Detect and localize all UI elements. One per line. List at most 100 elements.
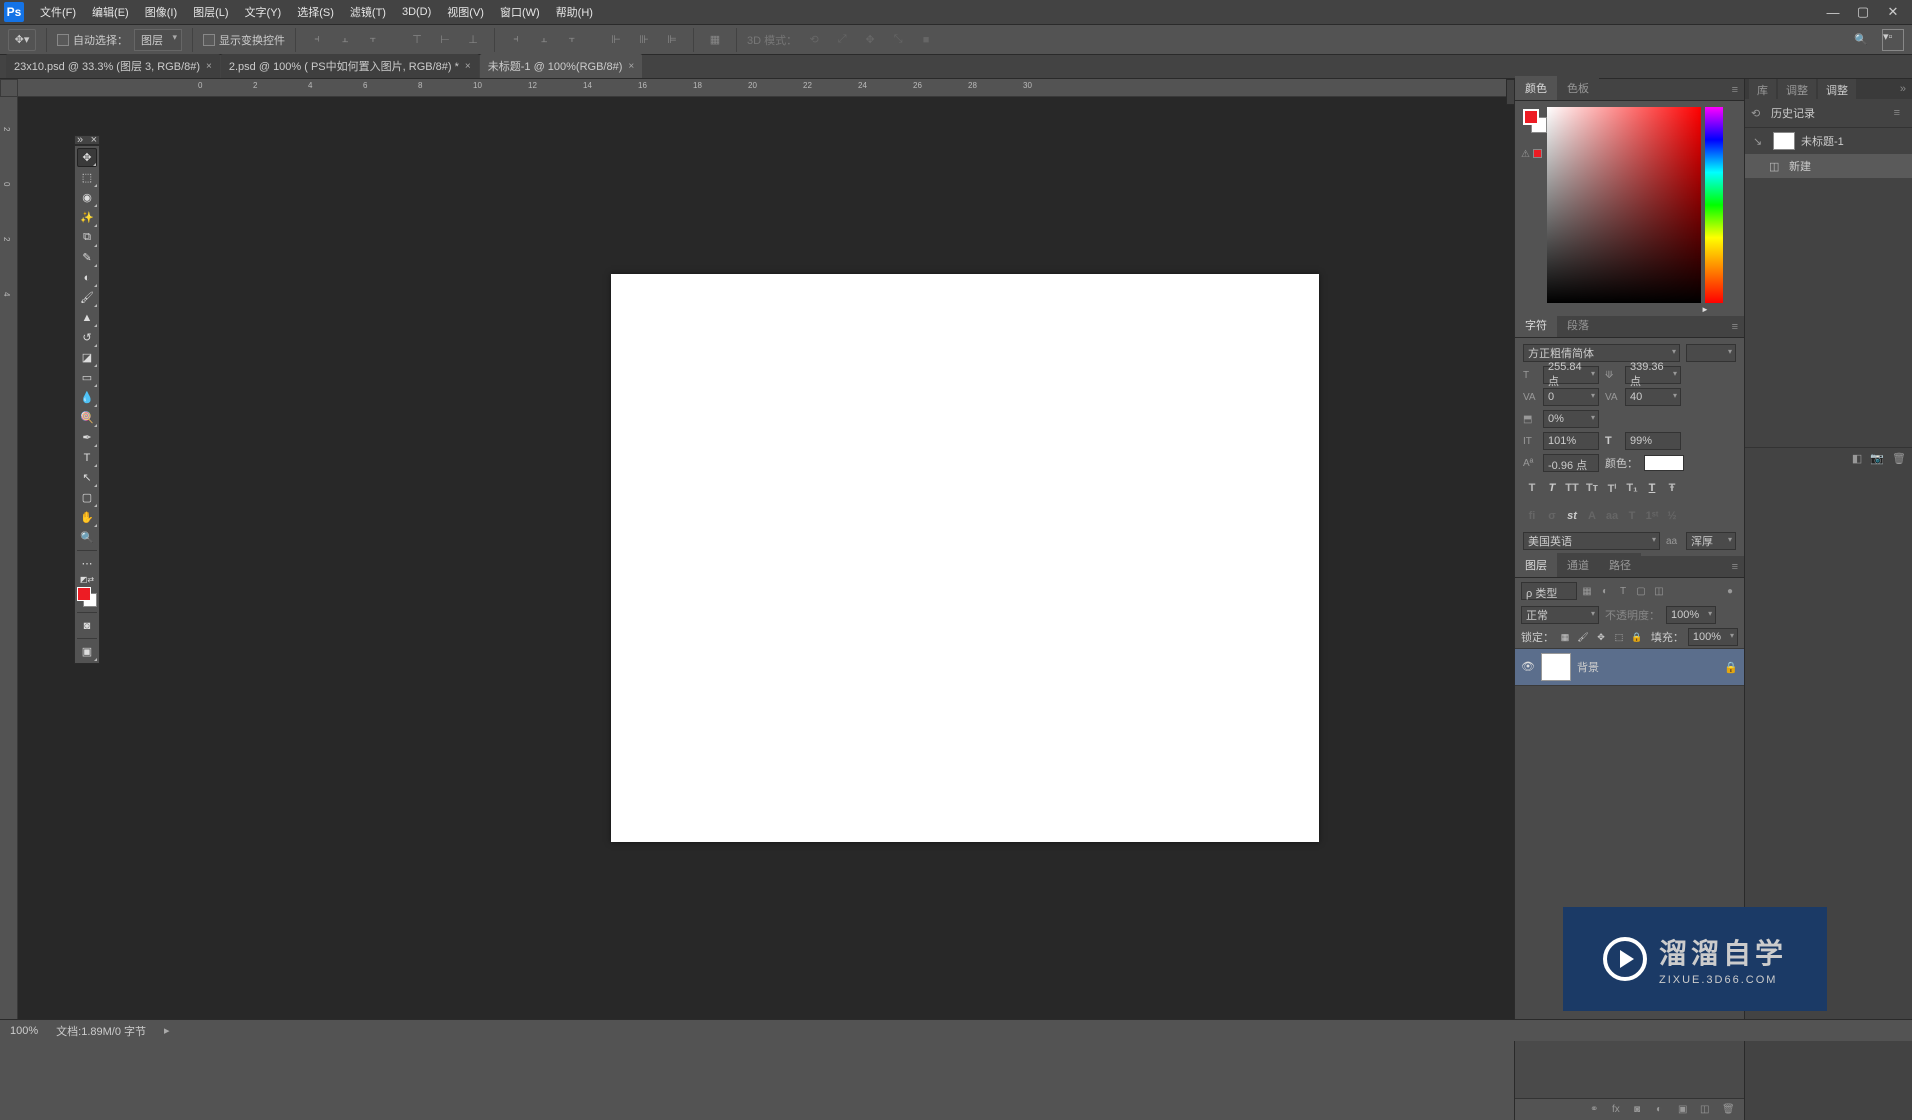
foreground-background-swatches[interactable] [77, 585, 97, 609]
layer-filter-type[interactable]: ρ 类型 [1521, 582, 1577, 600]
close-tab-icon[interactable]: × [206, 61, 212, 72]
language-select[interactable]: 美国英语 [1523, 532, 1660, 550]
collapse-icon[interactable]: » [1894, 79, 1912, 99]
lock-icon[interactable]: 🔒 [1724, 661, 1738, 674]
lock-move-icon[interactable]: ✥ [1594, 630, 1608, 644]
hscale-input[interactable]: 99% [1625, 432, 1681, 450]
distribute-v3-icon[interactable]: ⊫ [661, 29, 683, 51]
gamut-color-swatch[interactable] [1533, 149, 1542, 158]
distribute-v1-icon[interactable]: ⊩ [605, 29, 627, 51]
distribute-h1-icon[interactable]: ⫞ [505, 29, 527, 51]
align-bottom-icon[interactable]: ⊥ [462, 29, 484, 51]
panel-menu-icon[interactable]: ≡ [1726, 80, 1744, 100]
tab-paragraph[interactable]: 段落 [1557, 313, 1599, 337]
move-tool[interactable]: ✥ [77, 148, 97, 167]
zoom-tool[interactable]: 🔍 [77, 528, 97, 547]
tab-swatches[interactable]: 色板 [1557, 76, 1599, 100]
vscale-input[interactable]: 101% [1543, 432, 1599, 450]
tab-adjust1[interactable]: 调整 [1778, 79, 1816, 99]
eraser-tool[interactable]: ◪ [77, 348, 97, 367]
delete-layer-icon[interactable]: 🗑 [1722, 1104, 1738, 1115]
document-tab[interactable]: 23x10.psd @ 33.3% (图层 3, RGB/8#) × [6, 54, 220, 78]
menu-select[interactable]: 选择(S) [289, 0, 342, 24]
filter-smart-icon[interactable]: ◫ [1651, 583, 1667, 599]
blur-tool[interactable]: 💧 [77, 388, 97, 407]
leading-input[interactable]: 339.36 点 [1625, 366, 1681, 384]
lock-position-icon[interactable]: 🖌 [1576, 630, 1590, 644]
type-tool[interactable]: T [77, 448, 97, 467]
tab-libraries[interactable]: 库 [1749, 79, 1776, 99]
screenmode-tool[interactable]: ▣ [77, 642, 97, 661]
hue-slider[interactable] [1705, 107, 1723, 303]
ot-half-button[interactable]: ½ [1663, 508, 1681, 524]
healing-brush-tool[interactable]: ◐ [77, 268, 97, 287]
ot-stylistic-button[interactable]: st [1563, 508, 1581, 524]
fg-color-swatch[interactable] [1523, 109, 1539, 125]
menu-window[interactable]: 窗口(W) [492, 0, 548, 24]
menu-view[interactable]: 视图(V) [439, 0, 492, 24]
panel-menu-icon[interactable]: ≡ [1726, 557, 1744, 577]
close-icon[interactable]: ✕ [1886, 5, 1900, 19]
kerning-input[interactable]: 0 [1543, 388, 1599, 406]
align-middle-icon[interactable]: ⊢ [434, 29, 456, 51]
underline-button[interactable]: T [1643, 480, 1661, 496]
layer-fx-icon[interactable]: fx [1612, 1104, 1628, 1115]
menu-help[interactable]: 帮助(H) [548, 0, 601, 24]
distribute-h2-icon[interactable]: ⫠ [533, 29, 555, 51]
fill-input[interactable]: 100% [1688, 628, 1738, 646]
align-top-icon[interactable]: ⊤ [406, 29, 428, 51]
document-tab[interactable]: 2.psd @ 100% ( PS中如何置入图片, RGB/8#) * × [221, 54, 479, 78]
search-icon[interactable]: 🔍 [1850, 29, 1872, 51]
color-fg-bg-swatches[interactable] [1523, 109, 1539, 125]
maximize-icon[interactable]: ▢ [1856, 5, 1870, 19]
opacity-input[interactable]: 100% [1666, 606, 1716, 624]
history-step-new[interactable]: ◫ 新建 [1745, 154, 1912, 178]
ot-ordinals-button[interactable]: T [1623, 508, 1641, 524]
filter-adjustment-icon[interactable]: ◐ [1597, 583, 1613, 599]
ruler-origin[interactable] [0, 79, 18, 97]
document-canvas[interactable] [611, 274, 1319, 842]
document-tab-active[interactable]: 未标题-1 @ 100%(RGB/8#) × [480, 54, 643, 78]
font-size-input[interactable]: 255.84 点 [1543, 366, 1599, 384]
tab-adjust2[interactable]: 调整 [1818, 79, 1856, 99]
layer-name[interactable]: 背景 [1577, 659, 1599, 675]
baseline-input[interactable]: -0.96 点 [1543, 454, 1599, 472]
status-flyout-icon[interactable]: ▸ [164, 1024, 170, 1037]
layer-mask-icon[interactable]: ◙ [1634, 1104, 1650, 1115]
close-tab-icon[interactable]: × [465, 61, 471, 72]
lock-artboard-icon[interactable]: ⬚ [1612, 630, 1626, 644]
text-color-swatch[interactable] [1644, 455, 1684, 471]
menu-file[interactable]: 文件(F) [32, 0, 84, 24]
delete-state-icon[interactable]: 🗑 [1892, 452, 1906, 465]
move-tool-indicator[interactable]: ✥▾ [8, 29, 36, 51]
link-layers-icon[interactable]: ⚭ [1590, 1104, 1606, 1115]
vertical-ruler[interactable]: 2 0 2 4 [0, 97, 18, 1019]
lasso-tool[interactable]: ◉ [77, 188, 97, 207]
new-layer-icon[interactable]: ◫ [1700, 1104, 1716, 1115]
close-tab-icon[interactable]: × [628, 61, 634, 72]
menu-image[interactable]: 图像(I) [137, 0, 185, 24]
ot-fi-button[interactable]: fi [1523, 508, 1541, 524]
menu-filter[interactable]: 滤镜(T) [342, 0, 394, 24]
distribute-h3-icon[interactable]: ⫟ [561, 29, 583, 51]
subscript-button[interactable]: T₁ [1623, 480, 1641, 496]
faux-bold-button[interactable]: T [1523, 480, 1541, 496]
tab-character[interactable]: 字符 [1515, 313, 1557, 337]
show-transform-checkbox[interactable] [203, 34, 215, 46]
new-doc-from-state-icon[interactable]: ◧ [1852, 452, 1862, 465]
gamut-warning-icon[interactable]: ⚠ [1521, 149, 1530, 160]
color-field[interactable] [1547, 107, 1701, 303]
clone-stamp-tool[interactable]: ▲ [77, 308, 97, 327]
lock-pixels-icon[interactable]: ▦ [1558, 630, 1572, 644]
smallcaps-button[interactable]: Tᴛ [1583, 480, 1601, 496]
adjustment-layer-icon[interactable]: ◐ [1656, 1104, 1672, 1115]
history-brush-tool[interactable]: ↺ [77, 328, 97, 347]
superscript-button[interactable]: Tⁱ [1603, 480, 1621, 496]
layer-thumbnail[interactable] [1541, 653, 1571, 681]
ot-fractions-button[interactable]: 1ˢᵗ [1643, 508, 1661, 524]
faux-italic-button[interactable]: T [1543, 480, 1561, 496]
filter-pixel-icon[interactable]: ▦ [1579, 583, 1595, 599]
eyedropper-tool[interactable]: ✎ [77, 248, 97, 267]
align-right-icon[interactable]: ⫟ [362, 29, 384, 51]
auto-select-dropdown[interactable]: 图层 [134, 29, 182, 51]
